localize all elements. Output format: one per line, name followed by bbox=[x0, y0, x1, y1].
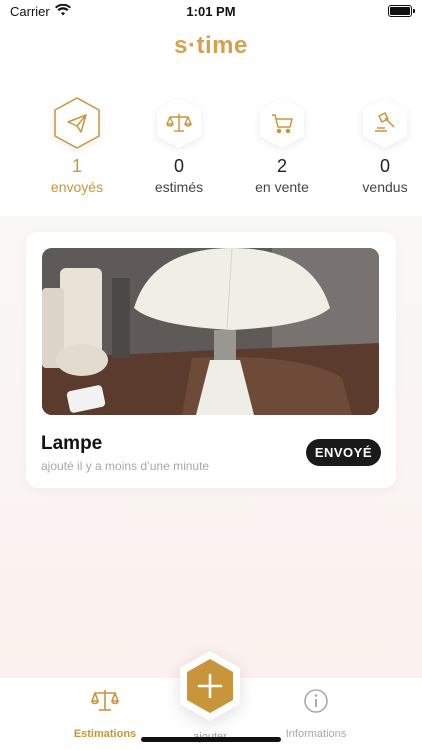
stat-count: 0 bbox=[173, 156, 184, 176]
stat-vendus[interactable]: 0 vendus bbox=[337, 96, 422, 195]
stat-hexagon bbox=[52, 96, 102, 150]
stat-label: en vente bbox=[255, 179, 309, 195]
stat-count: 1 bbox=[71, 156, 82, 176]
stat-count: 0 bbox=[379, 156, 390, 176]
status-bar: Carrier 1:01 PM bbox=[0, 0, 422, 22]
stat-label: envoyés bbox=[50, 179, 104, 195]
home-indicator bbox=[141, 737, 281, 742]
add-button[interactable] bbox=[178, 650, 242, 722]
item-card[interactable]: Lampe ajouté il y a moins d’une minute E… bbox=[26, 232, 396, 488]
stat-envoyes[interactable]: 1 envoyés bbox=[29, 96, 125, 195]
battery-icon bbox=[388, 5, 415, 17]
app-logo: s·time bbox=[174, 32, 248, 59]
status-left: Carrier bbox=[10, 3, 71, 19]
paper-plane-icon bbox=[67, 114, 87, 133]
stat-label: vendus bbox=[362, 179, 408, 195]
stat-hexagon bbox=[154, 96, 204, 150]
cart-icon bbox=[272, 114, 293, 134]
gavel-icon bbox=[375, 112, 395, 132]
clock: 1:01 PM bbox=[186, 3, 236, 19]
scales-icon bbox=[166, 114, 192, 132]
wifi-icon bbox=[54, 3, 71, 19]
item-photo bbox=[42, 248, 379, 415]
tab-informations[interactable]: Informations bbox=[261, 688, 371, 740]
status-badge: ENVOYÉ bbox=[305, 439, 381, 466]
stat-hexagon bbox=[360, 96, 410, 150]
stat-label: estimés bbox=[154, 179, 204, 195]
stat-en-vente[interactable]: 2 en vente bbox=[234, 96, 330, 195]
carrier-label: Carrier bbox=[10, 3, 50, 19]
item-timestamp: ajouté il y a moins d’une minute bbox=[41, 459, 210, 473]
stat-hexagon bbox=[257, 96, 307, 150]
scales-icon bbox=[50, 688, 160, 714]
tab-estimations[interactable]: Estimations bbox=[50, 688, 160, 740]
status-summary: 1 envoyés 0 estimés 2 en vente 0 vendus bbox=[0, 96, 422, 196]
stat-count: 2 bbox=[276, 156, 287, 176]
stat-estimes[interactable]: 0 estimés bbox=[131, 96, 227, 195]
item-title: Lampe bbox=[41, 433, 103, 454]
info-icon bbox=[261, 688, 371, 714]
